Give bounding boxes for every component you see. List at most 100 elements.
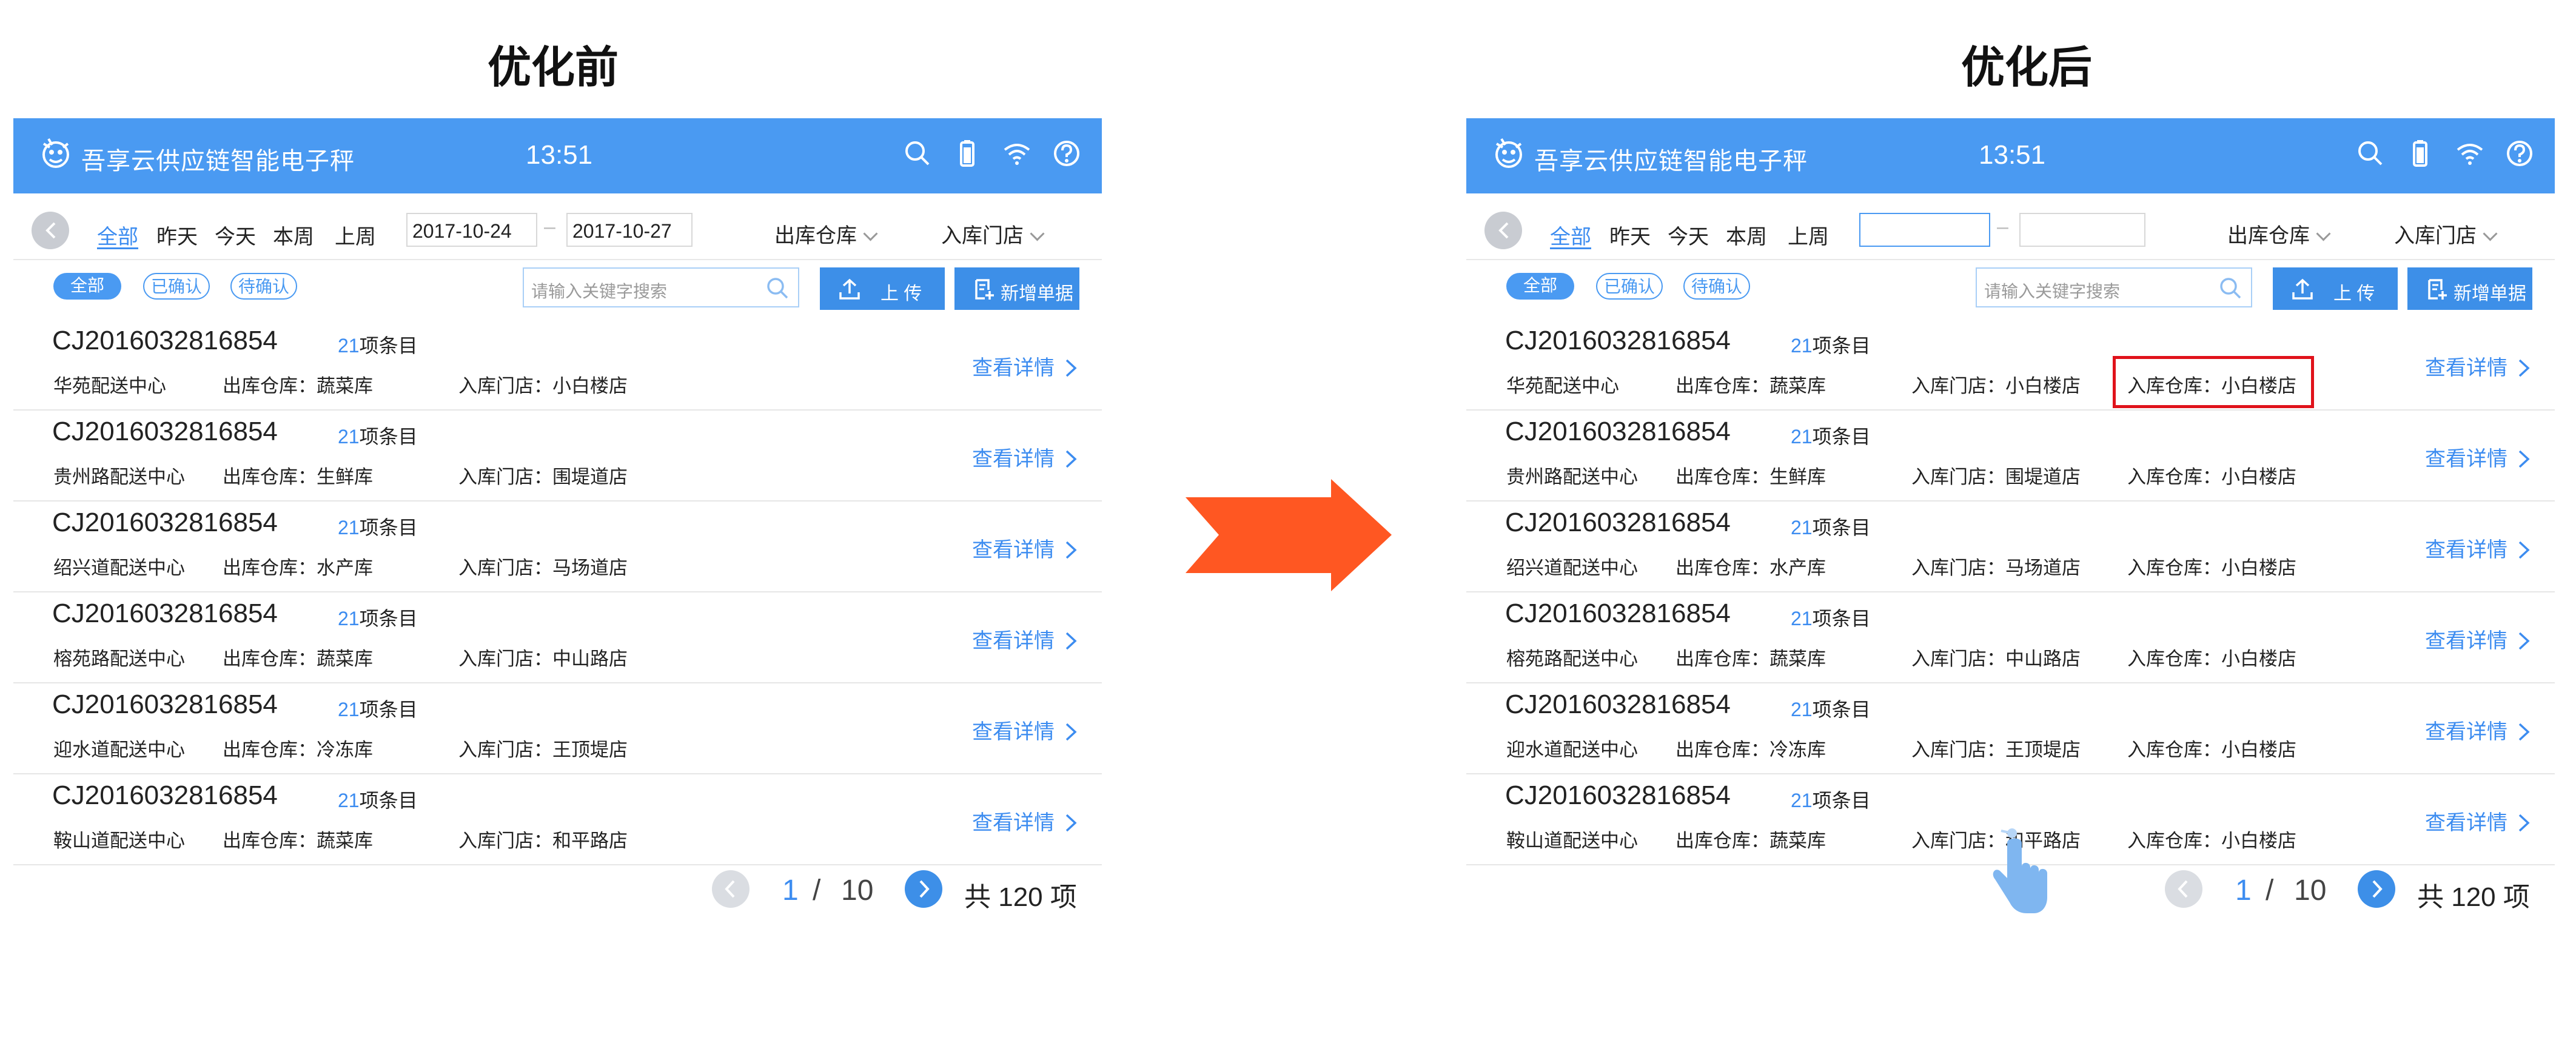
upload-icon bbox=[839, 278, 860, 300]
view-detail-link[interactable]: 查看详情 bbox=[2425, 351, 2532, 381]
start-date-input[interactable] bbox=[1859, 213, 1990, 247]
back-button[interactable] bbox=[32, 212, 69, 249]
view-detail-link[interactable]: 查看详情 bbox=[972, 351, 1079, 381]
inbound-store: 入库门店：围堤道店 bbox=[1911, 466, 2081, 488]
tap-hand-icon bbox=[1993, 828, 2047, 913]
list-item[interactable]: CJ2016032816854 21项条目 迎水道配送中心 出库仓库：冷冻库 入库门店：… bbox=[1466, 682, 2555, 774]
inbound-store: 入库门店：中山路店 bbox=[1911, 648, 2081, 669]
view-detail-link[interactable]: 查看详情 bbox=[972, 715, 1079, 745]
upload-button[interactable]: 上 传 bbox=[2273, 267, 2398, 310]
upload-button[interactable]: 上 传 bbox=[820, 267, 945, 310]
item-count: 21项条目 bbox=[338, 330, 418, 358]
view-detail-link[interactable]: 查看详情 bbox=[972, 624, 1079, 654]
document-code: CJ2016032816854 bbox=[52, 599, 278, 628]
view-detail-label: 查看详情 bbox=[972, 629, 1055, 653]
chevron-right-icon bbox=[919, 880, 930, 898]
item-count-suffix: 项条目 bbox=[359, 426, 418, 448]
document-code: CJ2016032816854 bbox=[1505, 689, 1731, 719]
list-item[interactable]: CJ2016032816854 21项条目 华苑配送中心 出库仓库：蔬菜库 入库门店：小… bbox=[13, 318, 1102, 411]
help-icon[interactable] bbox=[1052, 139, 1081, 168]
quick-filter-0[interactable]: 全部 bbox=[1550, 220, 1591, 250]
view-detail-link[interactable]: 查看详情 bbox=[2425, 442, 2532, 472]
help-icon[interactable] bbox=[2505, 139, 2534, 168]
chevron-down-icon bbox=[863, 226, 878, 241]
chevron-down-icon bbox=[2483, 226, 2498, 241]
quick-filter-1[interactable]: 昨天 bbox=[1609, 220, 1651, 250]
back-button[interactable] bbox=[1484, 212, 1522, 249]
item-count: 21项条目 bbox=[1791, 603, 1871, 631]
new-document-button[interactable]: 新增单据 bbox=[954, 267, 1079, 310]
total-items: 共 120 项 bbox=[2417, 882, 2530, 912]
status-tab-1[interactable]: 已确认 bbox=[1596, 273, 1663, 300]
view-detail-link[interactable]: 查看详情 bbox=[2425, 624, 2532, 654]
search-icon[interactable] bbox=[903, 139, 932, 168]
list-item[interactable]: CJ2016032816854 21项条目 贵州路配送中心 出库仓库：生鲜库 入库门店：… bbox=[13, 409, 1102, 502]
next-page-button[interactable] bbox=[905, 870, 942, 908]
item-count-suffix: 项条目 bbox=[359, 699, 418, 720]
quick-filter-4[interactable]: 上周 bbox=[1788, 220, 1829, 250]
status-tab-2[interactable]: 待确认 bbox=[230, 273, 297, 300]
quick-filter-2[interactable]: 今天 bbox=[215, 220, 256, 250]
distribution-center: 华苑配送中心 bbox=[1506, 375, 1619, 397]
quick-filter-2[interactable]: 今天 bbox=[1668, 220, 1709, 250]
inbound-store: 入库门店：小白楼店 bbox=[458, 375, 628, 397]
list-item[interactable]: CJ2016032816854 21项条目 贵州路配送中心 出库仓库：生鲜库 入库门店：… bbox=[1466, 409, 2555, 502]
chevron-right-icon bbox=[1065, 541, 1077, 559]
start-date-input[interactable]: 2017-10-24 bbox=[406, 213, 537, 247]
quick-filter-3[interactable]: 本周 bbox=[1726, 220, 1767, 250]
view-detail-link[interactable]: 查看详情 bbox=[972, 806, 1079, 836]
quick-filter-4[interactable]: 上周 bbox=[335, 220, 376, 250]
distribution-center: 贵州路配送中心 bbox=[53, 466, 185, 488]
view-detail-link[interactable]: 查看详情 bbox=[972, 442, 1079, 472]
distribution-center: 榕苑路配送中心 bbox=[53, 648, 185, 669]
warehouse-dropdown[interactable]: 出库仓库 bbox=[774, 219, 878, 249]
next-page-button[interactable] bbox=[2358, 870, 2395, 908]
view-detail-link[interactable]: 查看详情 bbox=[2425, 715, 2532, 745]
search-input[interactable]: 请输入关键字搜索 bbox=[1976, 267, 2252, 307]
search-icon[interactable] bbox=[765, 276, 790, 300]
list-item[interactable]: CJ2016032816854 21项条目 鞍山道配送中心 出库仓库：蔬菜库 入库门店：… bbox=[13, 773, 1102, 865]
list-item[interactable]: CJ2016032816854 21项条目 榕苑路配送中心 出库仓库：蔬菜库 入库门店：… bbox=[1466, 591, 2555, 683]
prev-page-button[interactable] bbox=[712, 870, 750, 908]
search-icon[interactable] bbox=[2356, 139, 2385, 168]
page-separator: / bbox=[813, 874, 821, 907]
prev-page-button[interactable] bbox=[2165, 870, 2202, 908]
search-icon[interactable] bbox=[2218, 276, 2242, 300]
warehouse-dropdown-label: 出库仓库 bbox=[2227, 224, 2310, 247]
list-item[interactable]: CJ2016032816854 21项条目 华苑配送中心 出库仓库：蔬菜库 入库门店：小… bbox=[1466, 318, 2555, 411]
end-date-input[interactable]: 2017-10-27 bbox=[566, 213, 693, 247]
list-item[interactable]: CJ2016032816854 21项条目 榕苑路配送中心 出库仓库：蔬菜库 入库门店：… bbox=[13, 591, 1102, 683]
warehouse-dropdown[interactable]: 出库仓库 bbox=[2227, 219, 2331, 249]
upload-icon bbox=[2292, 278, 2313, 300]
status-tab-2[interactable]: 待确认 bbox=[1683, 273, 1750, 300]
outbound-warehouse: 出库仓库：蔬菜库 bbox=[1675, 830, 1826, 851]
view-detail-link[interactable]: 查看详情 bbox=[972, 533, 1079, 563]
store-dropdown[interactable]: 入库门店 bbox=[2394, 219, 2498, 249]
item-count-number: 21 bbox=[338, 608, 360, 629]
list-item[interactable]: CJ2016032816854 21项条目 绍兴道配送中心 出库仓库：水产库 入库门店：… bbox=[1466, 500, 2555, 592]
store-dropdown[interactable]: 入库门店 bbox=[941, 219, 1045, 249]
quick-filter-3[interactable]: 本周 bbox=[273, 220, 314, 250]
end-date-input[interactable] bbox=[2019, 213, 2145, 247]
list-item[interactable]: CJ2016032816854 21项条目 迎水道配送中心 出库仓库：冷冻库 入库门店：… bbox=[13, 682, 1102, 774]
new-document-button[interactable]: 新增单据 bbox=[2407, 267, 2532, 310]
status-tab-1[interactable]: 已确认 bbox=[143, 273, 210, 300]
search-input[interactable]: 请输入关键字搜索 bbox=[523, 267, 799, 307]
status-tab-0[interactable]: 全部 bbox=[53, 273, 121, 300]
view-detail-link[interactable]: 查看详情 bbox=[2425, 533, 2532, 563]
item-count-number: 21 bbox=[338, 426, 360, 448]
clock-time: 13:51 bbox=[526, 140, 593, 170]
mascot-logo-icon bbox=[42, 138, 69, 168]
view-detail-link[interactable]: 查看详情 bbox=[2425, 806, 2532, 836]
item-count-number: 21 bbox=[1791, 608, 1813, 629]
chevron-down-icon bbox=[1030, 226, 1045, 241]
document-code: CJ2016032816854 bbox=[52, 508, 278, 537]
quick-filter-0[interactable]: 全部 bbox=[97, 220, 138, 250]
list-item[interactable]: CJ2016032816854 21项条目 绍兴道配送中心 出库仓库：水产库 入库门店：… bbox=[13, 500, 1102, 592]
distribution-center: 迎水道配送中心 bbox=[53, 739, 185, 760]
inbound-warehouse: 入库仓库：小白楼店 bbox=[2127, 830, 2296, 851]
date-range-dash: – bbox=[544, 215, 555, 238]
status-tab-0[interactable]: 全部 bbox=[1506, 273, 1574, 300]
page-separator: / bbox=[2266, 874, 2274, 907]
quick-filter-1[interactable]: 昨天 bbox=[156, 220, 198, 250]
